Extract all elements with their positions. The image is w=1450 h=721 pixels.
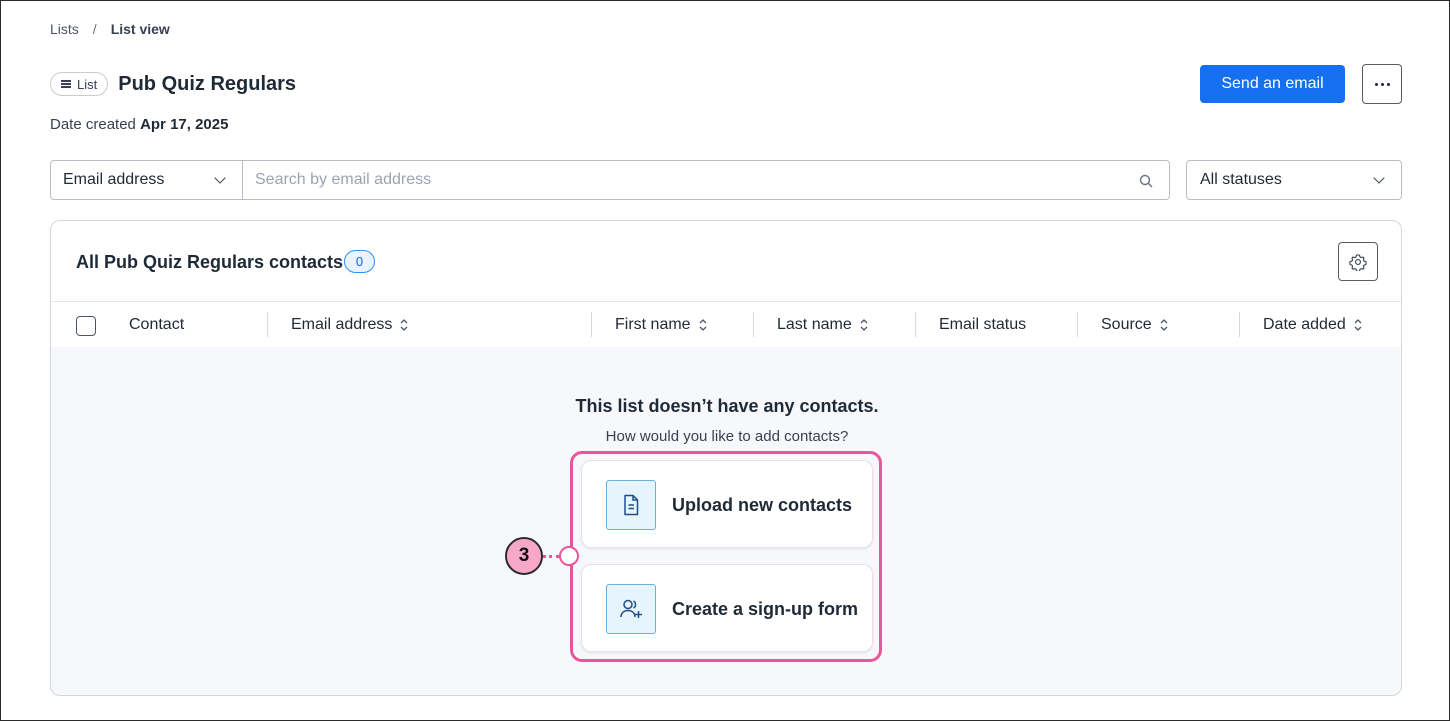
sort-icon <box>699 318 707 331</box>
column-divider <box>753 312 754 337</box>
date-created: Date created Apr 17, 2025 <box>50 116 228 133</box>
column-divider <box>1077 312 1078 337</box>
ellipsis-icon <box>1374 82 1390 86</box>
create-signup-form-label: Create a sign-up form <box>672 598 859 619</box>
column-source[interactable]: Source <box>1101 302 1168 347</box>
column-label: Email status <box>939 315 1027 333</box>
chevron-down-icon <box>1373 172 1385 184</box>
column-label: Source <box>1101 315 1152 333</box>
app-frame: Lists / List view List Pub Quiz Regulars… <box>0 0 1450 721</box>
sort-icon <box>860 318 868 331</box>
select-all-checkbox[interactable] <box>76 316 96 336</box>
column-first-name[interactable]: First name <box>615 302 707 347</box>
sort-icon <box>1160 318 1168 331</box>
list-badge-label: List <box>77 76 98 92</box>
search-box <box>242 160 1170 200</box>
contacts-card: All Pub Quiz Regulars contacts 0 Contact… <box>50 220 1402 696</box>
status-filter-select[interactable]: All statuses <box>1186 160 1402 200</box>
callout-number-badge: 3 <box>505 537 543 575</box>
column-label: Date added <box>1263 315 1346 333</box>
column-date-added[interactable]: Date added <box>1263 302 1362 347</box>
column-divider <box>267 312 268 337</box>
upload-contacts-label: Upload new contacts <box>672 494 853 515</box>
list-icon <box>61 80 71 88</box>
search-field-select-value: Email address <box>63 171 165 188</box>
add-user-icon <box>606 584 656 634</box>
breadcrumb: Lists / List view <box>50 21 170 37</box>
column-label: Email address <box>291 315 393 333</box>
chevron-down-icon <box>214 172 226 184</box>
column-divider <box>1239 312 1240 337</box>
column-email-status: Email status <box>939 302 1026 347</box>
empty-state-subtitle: How would you like to add contacts? <box>605 428 849 445</box>
empty-state-title: This list doesn’t have any contacts. <box>575 396 879 416</box>
column-contact: Contact <box>129 302 184 347</box>
breadcrumb-lists-link[interactable]: Lists <box>50 21 79 37</box>
sort-icon <box>400 318 408 331</box>
search-icon[interactable] <box>1139 174 1153 188</box>
search-input[interactable] <box>243 162 1103 198</box>
breadcrumb-separator: / <box>92 21 97 37</box>
callout-anchor-dot <box>559 546 579 566</box>
document-icon <box>606 480 656 530</box>
contacts-card-title: All Pub Quiz Regulars contacts <box>76 252 344 272</box>
status-filter-value: All statuses <box>1200 171 1282 188</box>
upload-contacts-option[interactable]: Upload new contacts <box>581 460 873 548</box>
create-signup-form-option[interactable]: Create a sign-up form <box>581 564 873 652</box>
sort-icon <box>1354 318 1362 331</box>
search-field-select[interactable]: Email address <box>50 160 243 200</box>
date-created-label: Date created <box>50 116 136 133</box>
send-email-button[interactable]: Send an email <box>1200 65 1345 103</box>
gear-icon <box>1349 253 1367 271</box>
date-created-value: Apr 17, 2025 <box>140 116 229 133</box>
more-actions-button[interactable] <box>1362 64 1402 104</box>
column-label: First name <box>615 315 691 333</box>
contacts-count-badge: 0 <box>344 250 375 273</box>
breadcrumb-current: List view <box>110 21 170 37</box>
column-divider <box>591 312 592 337</box>
contacts-card-header: All Pub Quiz Regulars contacts 0 <box>51 221 1401 302</box>
list-type-badge: List <box>50 72 109 96</box>
table-header: Contact Email address First name Last na… <box>51 302 1401 347</box>
title-row: List Pub Quiz Regulars <box>50 72 296 96</box>
callout-connector <box>542 555 560 558</box>
column-label: Contact <box>129 315 185 333</box>
table-settings-button[interactable] <box>1338 242 1378 281</box>
page-title: Pub Quiz Regulars <box>118 72 297 95</box>
column-email-address[interactable]: Email address <box>291 302 408 347</box>
column-divider <box>915 312 916 337</box>
column-label: Last name <box>777 315 852 333</box>
column-last-name[interactable]: Last name <box>777 302 868 347</box>
